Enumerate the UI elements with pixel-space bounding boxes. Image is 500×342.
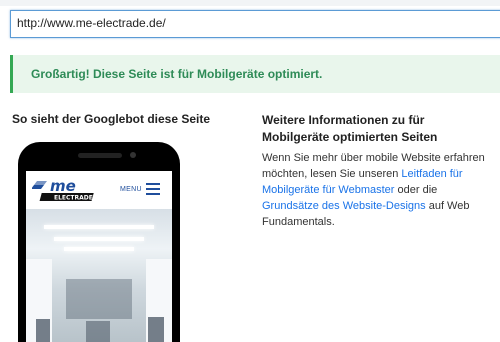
- url-input[interactable]: http://www.me-electrade.de/: [10, 10, 500, 38]
- info-text-2: oder die: [394, 184, 438, 196]
- url-input-value[interactable]: http://www.me-electrade.de/: [17, 16, 166, 30]
- site-menu-label: MENU: [120, 186, 142, 193]
- mobile-friendly-result-banner: Großartig! Diese Seite ist für Mobilgerä…: [10, 55, 500, 93]
- phone-preview: me ELECTRADE MENU: [18, 142, 180, 342]
- site-header: me ELECTRADE MENU: [26, 171, 172, 209]
- phone-speaker: [78, 153, 122, 158]
- me-electrade-logo: me ELECTRADE: [32, 177, 94, 202]
- svg-text:me: me: [50, 177, 76, 195]
- preview-heading: So sieht der Googlebot diese Seite: [12, 112, 211, 126]
- result-message: Großartig! Diese Seite ist für Mobilgerä…: [31, 67, 323, 81]
- phone-camera: [130, 152, 136, 158]
- hamburger-menu-icon: [146, 183, 160, 195]
- design-principles-link[interactable]: Grundsätze des Website-Designs: [262, 200, 426, 212]
- info-body: Wenn Sie mehr über mobile Website erfahr…: [262, 150, 494, 230]
- info-heading: Weitere Informationen zu für Mobilgeräte…: [262, 113, 438, 144]
- phone-screen: me ELECTRADE MENU: [26, 171, 172, 342]
- site-hero-image: [26, 209, 172, 342]
- svg-text:ELECTRADE: ELECTRADE: [54, 195, 93, 202]
- top-strip: [0, 0, 500, 6]
